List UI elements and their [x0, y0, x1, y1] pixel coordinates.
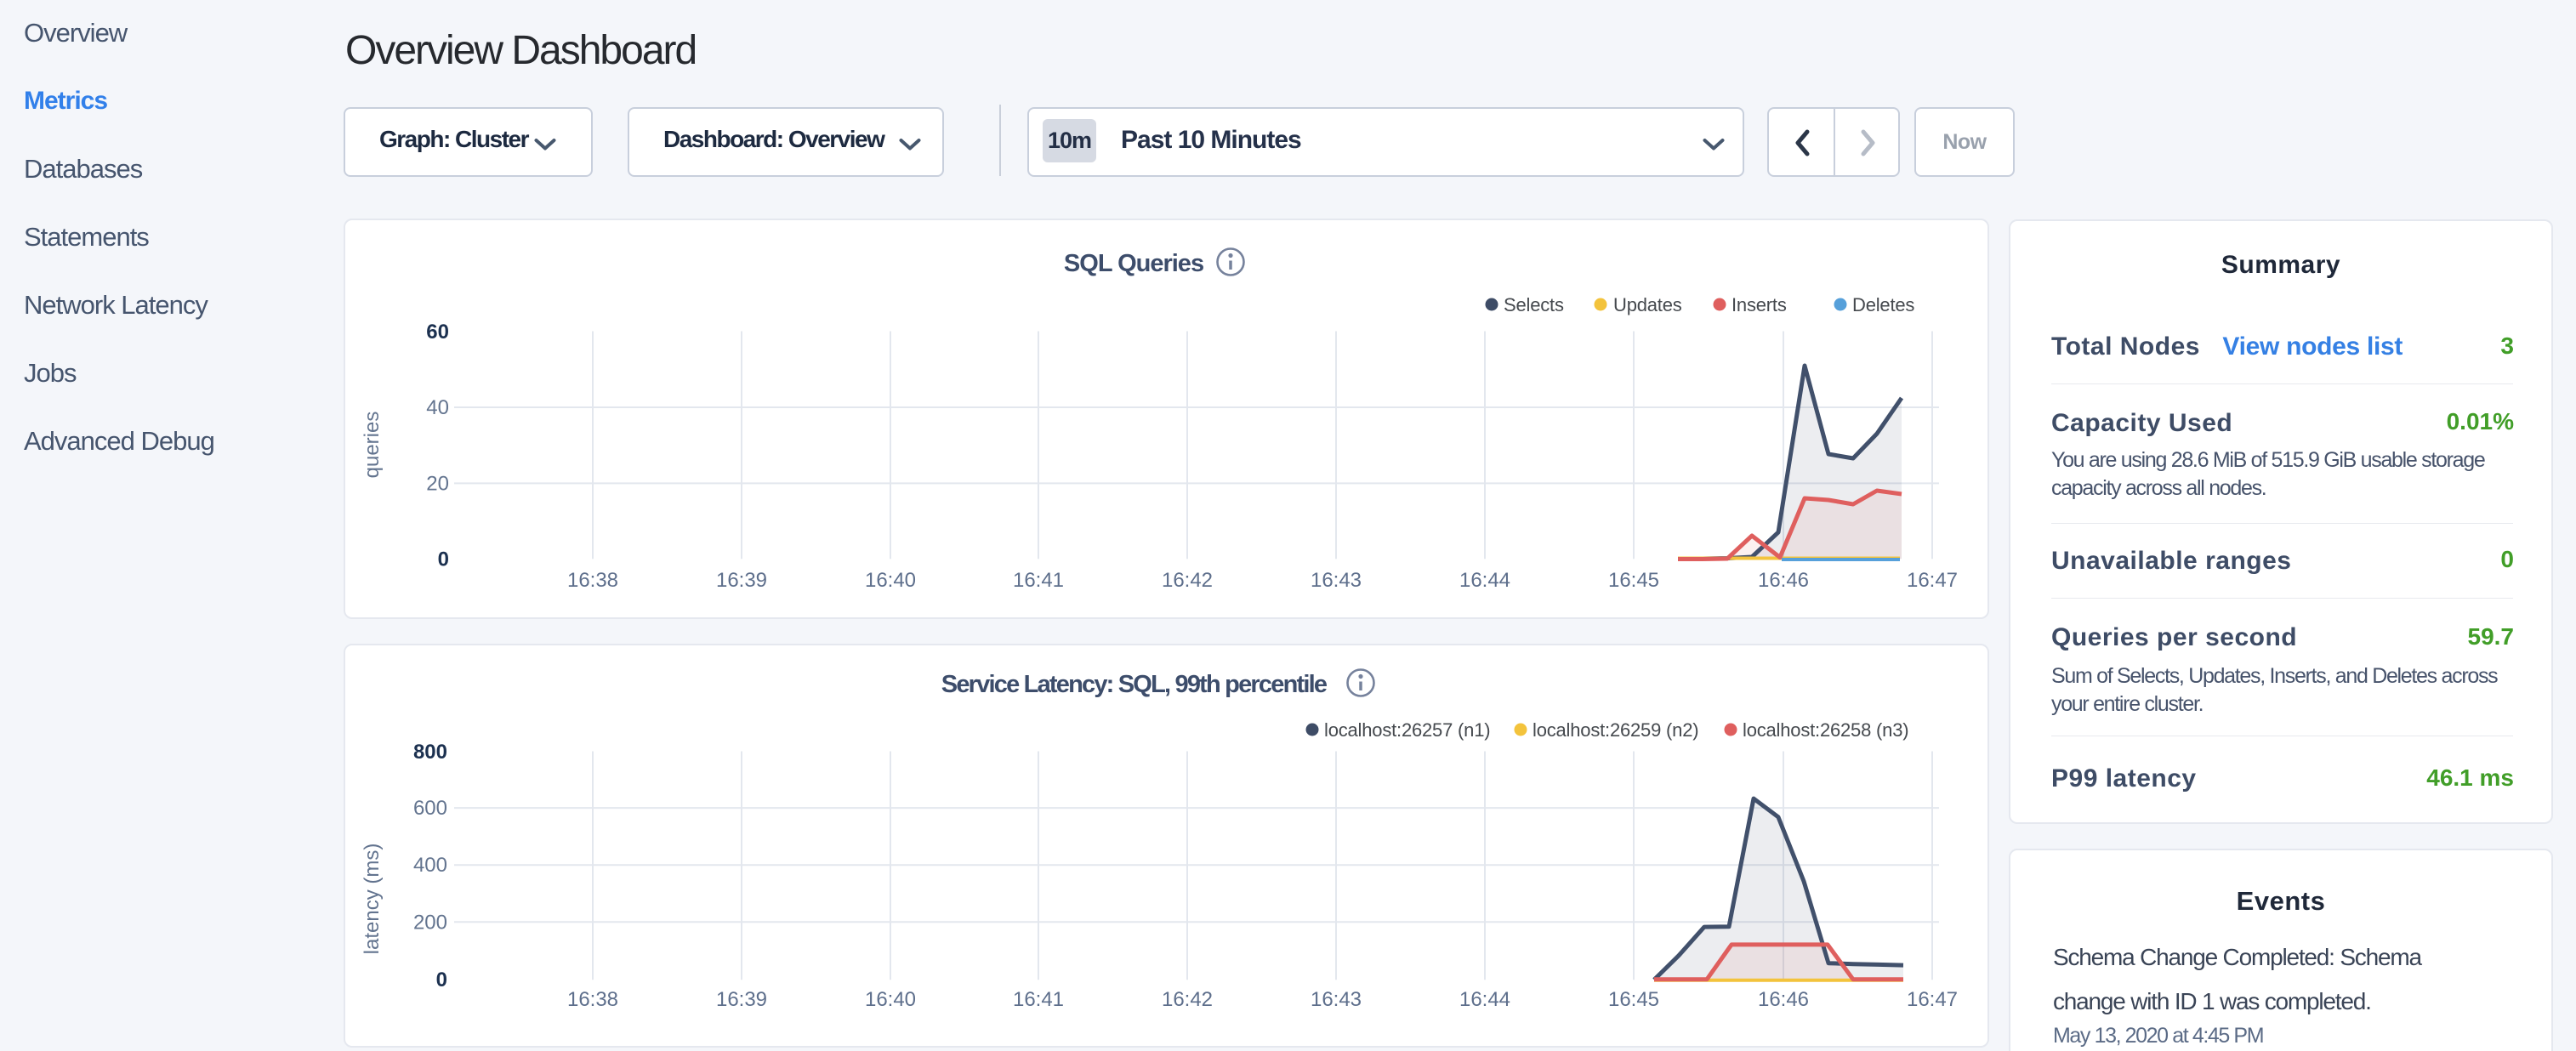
svg-text:0: 0: [436, 969, 447, 991]
svg-text:localhost:26257 (n1): localhost:26257 (n1): [1324, 719, 1490, 741]
svg-text:16:46: 16:46: [1758, 569, 1809, 592]
svg-text:16:40: 16:40: [865, 988, 916, 1011]
svg-text:Inserts: Inserts: [1732, 294, 1787, 315]
svg-text:16:43: 16:43: [1311, 988, 1362, 1011]
svg-text:16:44: 16:44: [1459, 988, 1510, 1011]
svg-text:16:46: 16:46: [1758, 988, 1809, 1011]
svg-text:16:41: 16:41: [1013, 988, 1064, 1011]
svg-text:16:38: 16:38: [567, 569, 618, 592]
svg-text:16:39: 16:39: [716, 988, 767, 1011]
svg-text:16:42: 16:42: [1162, 569, 1213, 592]
svg-text:16:45: 16:45: [1608, 988, 1659, 1011]
svg-text:400: 400: [413, 854, 447, 877]
svg-text:200: 200: [413, 911, 447, 934]
svg-text:16:40: 16:40: [865, 569, 916, 592]
svg-text:SQL Queries: SQL Queries: [1064, 250, 1203, 277]
svg-text:latency (ms): latency (ms): [361, 844, 384, 955]
svg-text:600: 600: [413, 797, 447, 820]
svg-text:16:39: 16:39: [716, 569, 767, 592]
svg-text:60: 60: [426, 321, 449, 344]
svg-text:Updates: Updates: [1613, 294, 1682, 315]
svg-text:localhost:26258 (n3): localhost:26258 (n3): [1743, 719, 1908, 741]
svg-text:16:43: 16:43: [1311, 569, 1362, 592]
svg-text:16:45: 16:45: [1608, 569, 1659, 592]
svg-text:queries: queries: [361, 412, 384, 479]
svg-text:0: 0: [438, 548, 449, 571]
svg-text:16:38: 16:38: [567, 988, 618, 1011]
svg-text:16:41: 16:41: [1013, 569, 1064, 592]
svg-text:16:47: 16:47: [1907, 988, 1958, 1011]
svg-text:Deletes: Deletes: [1852, 294, 1914, 315]
svg-text:40: 40: [426, 396, 449, 419]
svg-text:16:42: 16:42: [1162, 988, 1213, 1011]
svg-text:16:47: 16:47: [1907, 569, 1958, 592]
svg-text:16:44: 16:44: [1459, 569, 1510, 592]
svg-text:Service Latency: SQL, 99th per: Service Latency: SQL, 99th percentile: [941, 671, 1328, 698]
svg-text:localhost:26259 (n2): localhost:26259 (n2): [1533, 719, 1698, 741]
svg-text:20: 20: [426, 472, 449, 495]
svg-text:Selects: Selects: [1504, 294, 1564, 315]
svg-text:800: 800: [413, 741, 447, 764]
